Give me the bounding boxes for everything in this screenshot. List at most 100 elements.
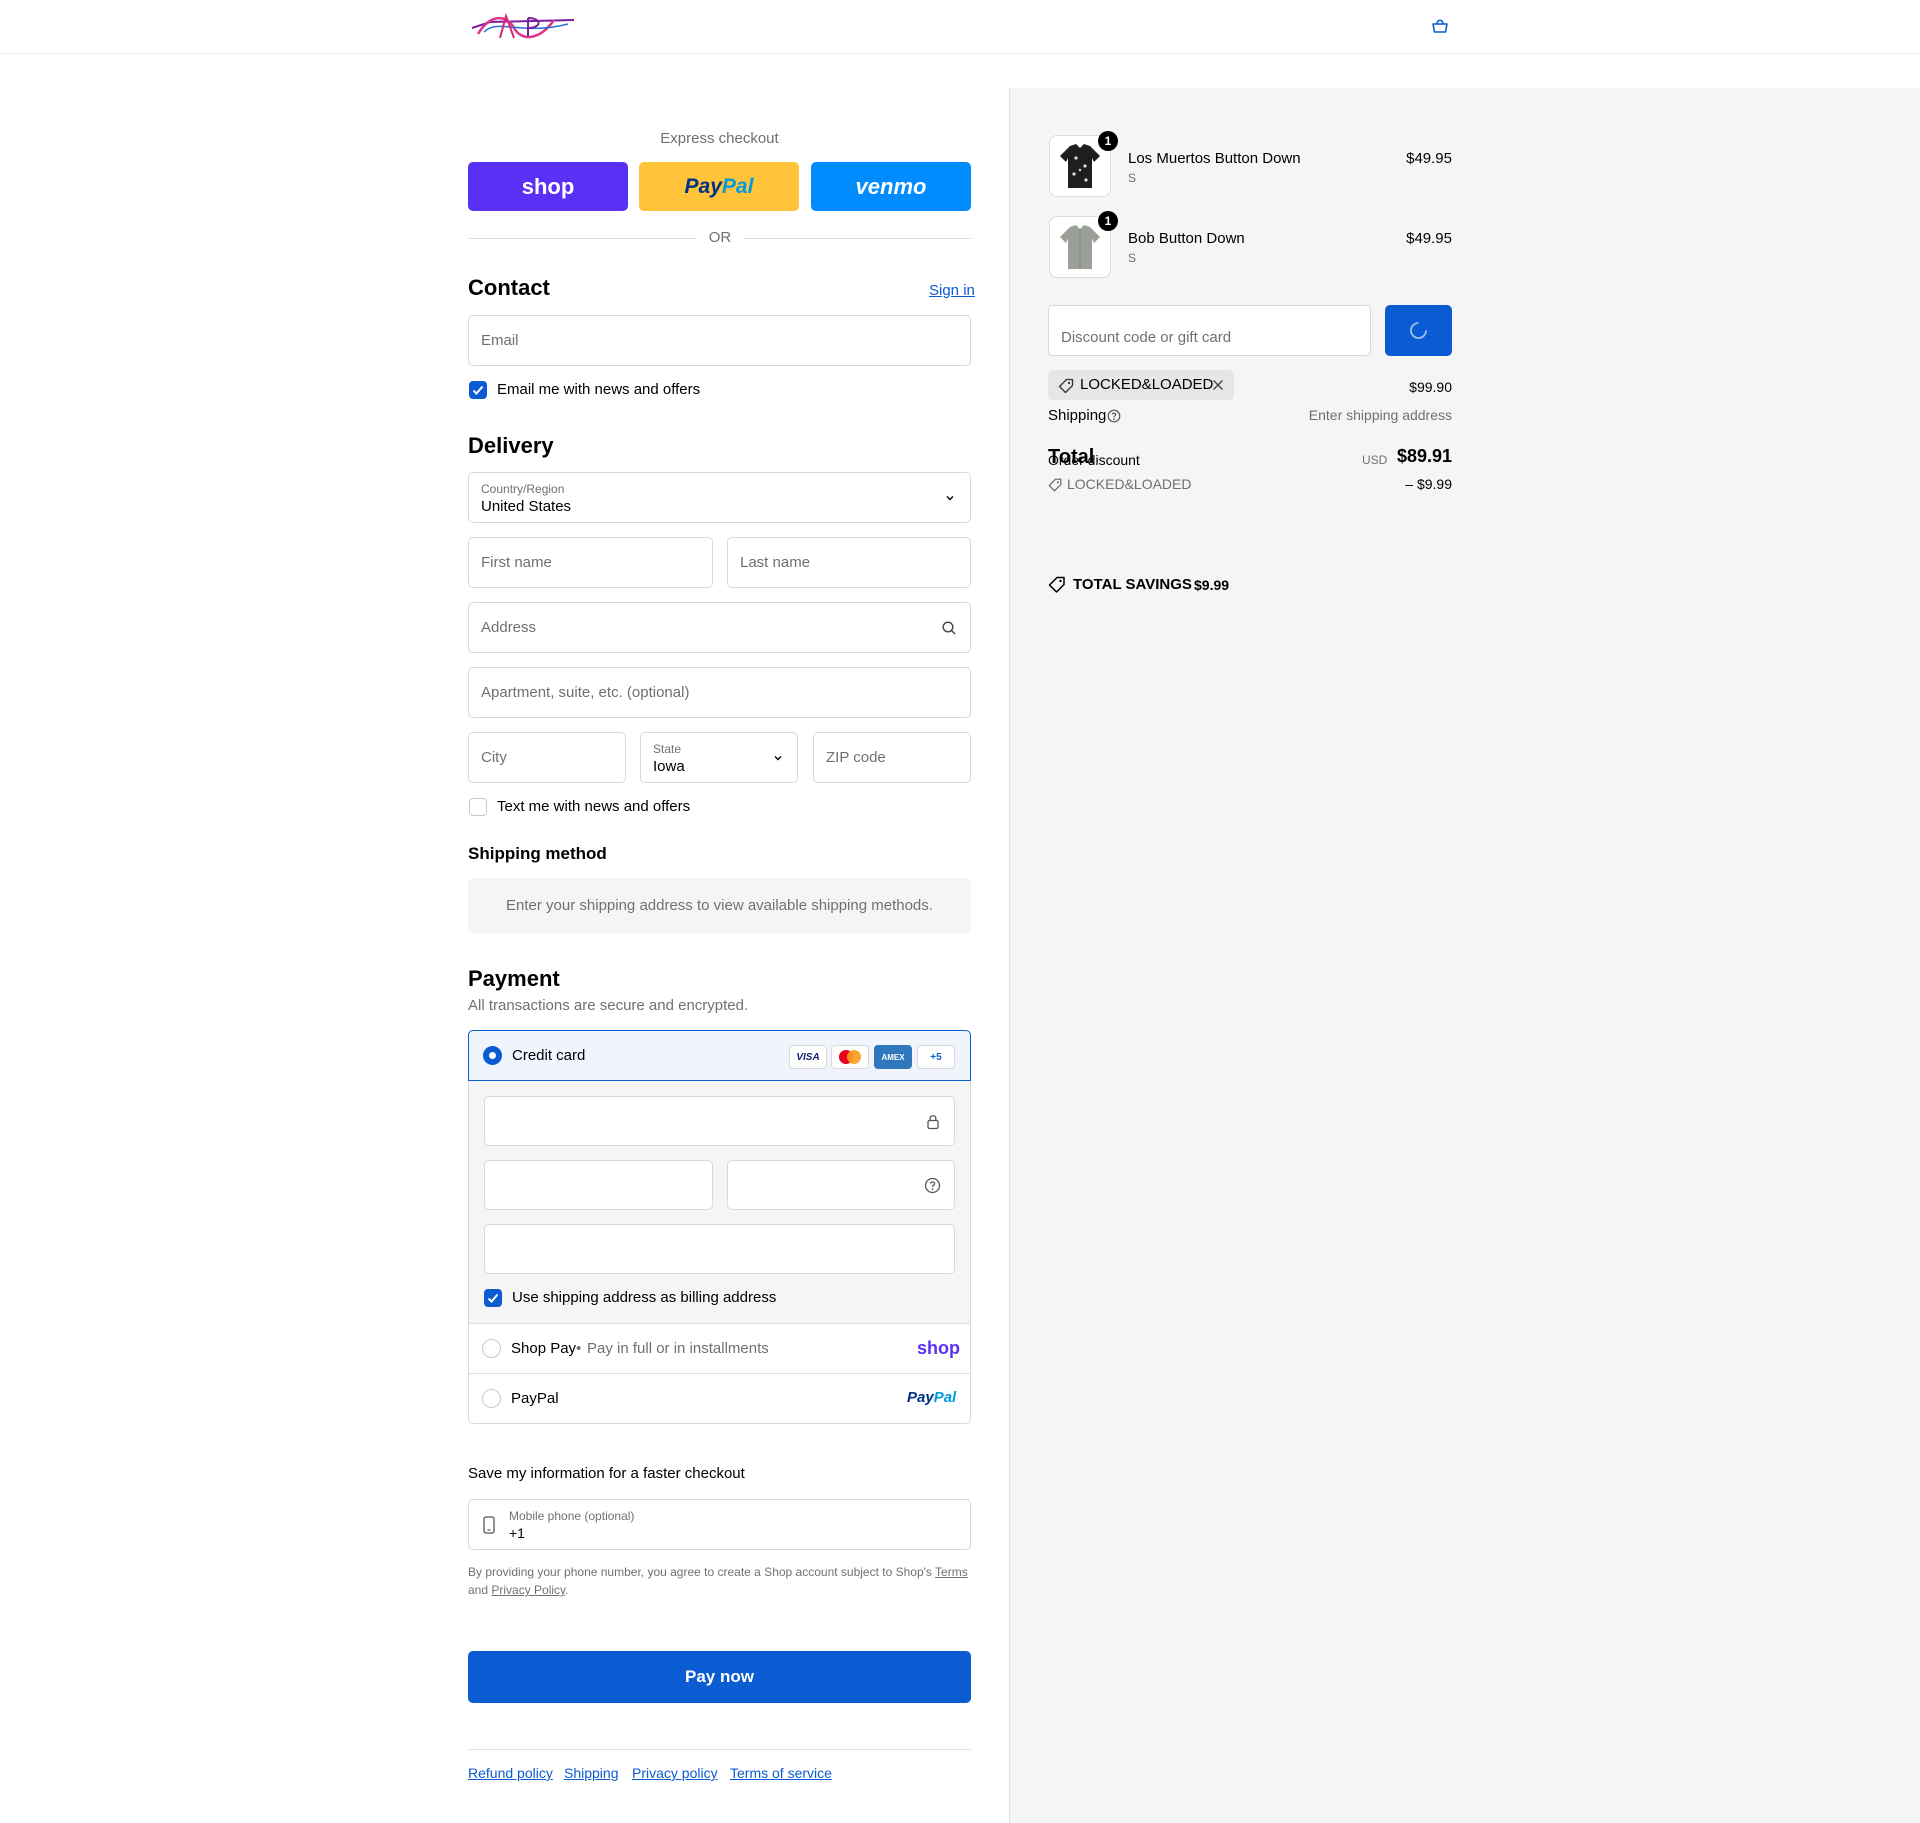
credit-card-radio[interactable] xyxy=(483,1046,502,1065)
paypal-label-pal: Pal xyxy=(721,174,754,198)
shop-pay-subtitle: Pay in full or in installments xyxy=(587,1340,769,1357)
address-placeholder: Address xyxy=(481,619,537,636)
sign-in-link[interactable]: Sign in xyxy=(929,282,975,299)
lock-icon xyxy=(927,1115,939,1130)
bullet-separator: • xyxy=(576,1340,582,1357)
shop-pay-express-button[interactable]: shop xyxy=(468,162,628,211)
email-news-label: Email me with news and offers xyxy=(497,381,701,398)
discount-placeholder: Discount code or gift card xyxy=(1061,329,1232,346)
shipping-value: Enter shipping address xyxy=(1308,407,1452,423)
item-name: Los Muertos Button Down xyxy=(1128,150,1301,167)
paypal-express-button[interactable]: Pay Pal xyxy=(639,162,799,211)
first-name-field[interactable]: First name xyxy=(468,537,713,588)
venmo-express-button[interactable]: venmo xyxy=(811,162,971,211)
legal-and: and xyxy=(468,1583,489,1597)
contact-heading: Contact xyxy=(468,275,550,300)
last-name-field[interactable]: Last name xyxy=(727,537,971,588)
shop-pay-label: Shop Pay xyxy=(511,1340,577,1357)
help-icon[interactable] xyxy=(1107,409,1121,423)
expiration-date-field[interactable] xyxy=(484,1160,713,1210)
paypal-label: PayPal xyxy=(511,1390,559,1407)
more-cards-badge: +5 xyxy=(917,1045,955,1069)
help-icon[interactable] xyxy=(924,1177,941,1194)
city-placeholder: City xyxy=(481,749,507,766)
or-divider: OR xyxy=(708,229,732,246)
logo-icon[interactable] xyxy=(470,8,576,44)
shipping-method-heading: Shipping method xyxy=(468,844,607,863)
country-value: United States xyxy=(481,498,572,515)
payment-heading: Payment xyxy=(468,966,560,991)
country-select[interactable]: Country/Region United States xyxy=(468,472,971,523)
chevron-down-icon xyxy=(774,756,782,761)
paypal-logo-pay: Pay xyxy=(907,1389,934,1406)
refund-policy-link[interactable]: Refund policy xyxy=(468,1765,553,1781)
tag-icon xyxy=(1058,378,1074,394)
name-on-card-field[interactable] xyxy=(484,1224,955,1274)
billing-address-checkbox[interactable] xyxy=(484,1289,502,1307)
item-name: Bob Button Down xyxy=(1128,230,1245,247)
delivery-heading: Delivery xyxy=(468,433,554,458)
text-news-label: Text me with news and offers xyxy=(497,798,691,815)
discount-amount: – $9.99 xyxy=(1405,476,1452,492)
close-icon[interactable] xyxy=(1212,379,1224,391)
terms-link[interactable]: Terms xyxy=(935,1565,968,1579)
divider-right xyxy=(744,238,971,239)
item-price: $49.95 xyxy=(1406,230,1452,247)
applied-discount-tag: LOCKED&LOADED xyxy=(1048,370,1234,400)
pay-now-button[interactable]: Pay now xyxy=(468,1651,971,1703)
quantity-badge: 1 xyxy=(1098,131,1118,151)
apply-discount-button[interactable] xyxy=(1385,305,1452,356)
email-news-checkbox[interactable] xyxy=(469,381,487,399)
discount-code-field[interactable]: Discount code or gift card xyxy=(1048,305,1371,356)
terms-of-service-link[interactable]: Terms of service xyxy=(730,1765,832,1781)
address-field[interactable]: Address xyxy=(468,602,971,653)
state-select[interactable]: State Iowa xyxy=(640,732,798,783)
currency-code: USD xyxy=(1362,453,1388,467)
text-news-checkbox[interactable] xyxy=(469,798,487,816)
paypal-option[interactable]: PayPal PayPal xyxy=(469,1374,970,1423)
email-field[interactable]: Email xyxy=(468,315,971,366)
cart-icon[interactable] xyxy=(1430,16,1450,36)
search-icon[interactable] xyxy=(941,620,957,636)
paypal-radio[interactable] xyxy=(482,1389,501,1408)
subtotal-value: $99.90 xyxy=(1409,379,1452,395)
apartment-field[interactable]: Apartment, suite, etc. (optional) xyxy=(468,667,971,718)
item-variant: S xyxy=(1128,251,1137,265)
zip-field[interactable]: ZIP code xyxy=(813,732,971,783)
legal-period: . xyxy=(565,1583,569,1597)
shipping-label: Shipping xyxy=(1048,407,1107,424)
amex-icon: AMEX xyxy=(874,1045,912,1069)
shop-pay-logo: shop xyxy=(917,1338,960,1358)
total-savings-value: $9.99 xyxy=(1194,577,1230,593)
mobile-phone-field[interactable]: Mobile phone (optional) +1 xyxy=(468,1499,971,1550)
card-number-field[interactable] xyxy=(484,1096,955,1146)
discount-code-line: LOCKED&LOADED xyxy=(1067,476,1192,492)
header xyxy=(0,0,1920,54)
item-price: $49.95 xyxy=(1406,150,1452,167)
shop-pay-option[interactable]: Shop Pay • Pay in full or in installment… xyxy=(469,1324,970,1374)
zip-placeholder: ZIP code xyxy=(826,749,886,766)
quantity-badge: 1 xyxy=(1098,211,1118,231)
shipping-policy-link[interactable]: Shipping xyxy=(564,1765,619,1781)
last-name-placeholder: Last name xyxy=(740,554,811,571)
security-code-field[interactable] xyxy=(727,1160,955,1210)
legal-prefix: By providing your phone number, you agre… xyxy=(468,1565,932,1579)
first-name-placeholder: First name xyxy=(481,554,552,571)
credit-card-label: Credit card xyxy=(512,1047,586,1064)
privacy-policy-footer-link[interactable]: Privacy policy xyxy=(632,1765,718,1781)
shop-pay-radio[interactable] xyxy=(482,1339,501,1358)
divider-left xyxy=(468,238,696,239)
total-label: Total xyxy=(1048,446,1095,468)
total-savings-label: TOTAL SAVINGS xyxy=(1073,576,1192,593)
city-field[interactable]: City xyxy=(468,732,626,783)
paypal-label-pay: Pay xyxy=(684,174,722,198)
legal-text: By providing your phone number, you agre… xyxy=(468,1563,971,1599)
paypal-logo-pal: Pal xyxy=(933,1389,957,1406)
mastercard-icon xyxy=(831,1045,869,1069)
email-placeholder: Email xyxy=(481,332,519,349)
tag-icon xyxy=(1048,478,1062,492)
privacy-policy-link[interactable]: Privacy Policy xyxy=(491,1583,565,1597)
state-value: Iowa xyxy=(653,758,685,775)
shipping-method-message: Enter your shipping address to view avai… xyxy=(468,878,971,933)
visa-icon: VISA xyxy=(789,1045,827,1069)
